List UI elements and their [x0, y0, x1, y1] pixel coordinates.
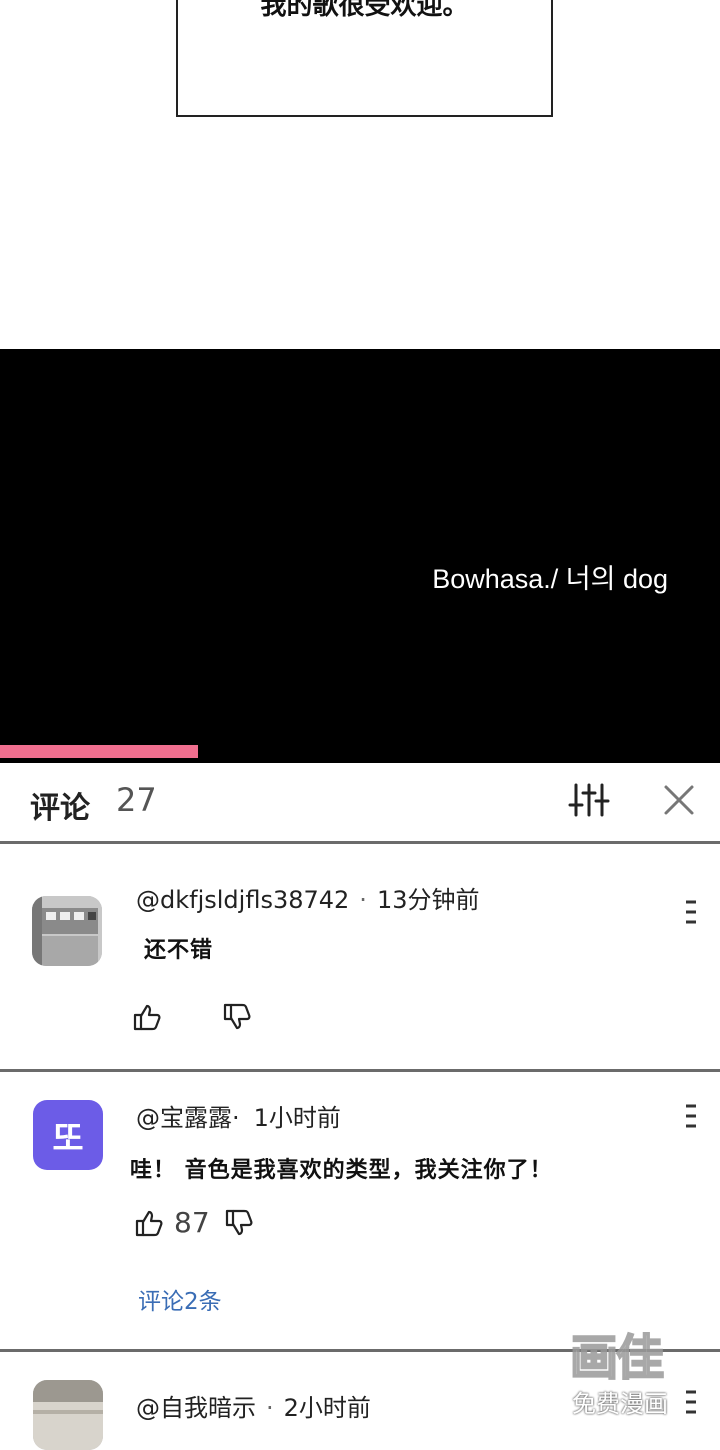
- comment-time: 2小时前: [283, 1394, 371, 1422]
- thumbs-down-icon[interactable]: [224, 1208, 254, 1238]
- comment-username[interactable]: @dkfjsldjfls38742: [136, 886, 349, 914]
- like-count: 87: [174, 1206, 210, 1239]
- close-icon[interactable]: [660, 781, 698, 819]
- comments-title: 评论: [30, 791, 90, 826]
- avatar[interactable]: [32, 896, 102, 966]
- progress-bar[interactable]: [0, 744, 720, 758]
- comment-username[interactable]: @宝露露·: [136, 1104, 240, 1132]
- comment-meta: @自我暗示 · 2小时前: [136, 1394, 371, 1422]
- comment-text: 还不错: [144, 938, 214, 963]
- thumbs-up-icon[interactable]: [132, 1002, 162, 1032]
- comment-time: 1小时前: [253, 1104, 341, 1132]
- video-caption: Bowhasa./ 너의 dog: [432, 564, 668, 594]
- comment-meta: @dkfjsldjfls38742 · 13分钟前: [136, 886, 480, 914]
- comment-text: 哇！ 音色是我喜欢的类型，我关注你了！: [130, 1158, 553, 1183]
- comment-item: 또 @宝露露· 1小时前 哇！ 音色是我喜欢的类型，我关注你了！ 87 评论2条: [0, 1072, 720, 1350]
- avatar-letter: 또: [52, 1118, 84, 1159]
- watermark-text: 免费漫画: [572, 1390, 668, 1418]
- thumbs-up-icon[interactable]: [134, 1208, 164, 1238]
- comment-meta: @宝露露· 1小时前: [136, 1098, 341, 1133]
- comment-item: @dkfjsldjfls38742 · 13分钟前 还不错: [0, 844, 720, 1070]
- sliders-icon[interactable]: [568, 781, 610, 819]
- watermark-logo: 画佳: [569, 1329, 665, 1387]
- speech-bubble: 我的歌很受欢迎。: [176, 0, 553, 117]
- more-options-icon[interactable]: [682, 1102, 698, 1130]
- comment-username[interactable]: @自我暗示: [136, 1394, 256, 1422]
- progress-fill: [0, 745, 198, 758]
- view-replies-link[interactable]: 评论2条: [138, 1282, 222, 1316]
- comment-time: 13分钟前: [376, 886, 480, 914]
- avatar[interactable]: 또: [33, 1100, 103, 1170]
- more-options-icon[interactable]: [682, 898, 698, 926]
- watermark: 画佳 免费漫画: [566, 1318, 686, 1418]
- comments-count: 27: [116, 781, 157, 819]
- speech-text: 我的歌很受欢迎。: [260, 0, 469, 21]
- comments-header: 评论 27: [0, 763, 720, 843]
- thumbs-down-icon[interactable]: [222, 1002, 252, 1032]
- video-player[interactable]: Bowhasa./ 너의 dog: [0, 349, 720, 763]
